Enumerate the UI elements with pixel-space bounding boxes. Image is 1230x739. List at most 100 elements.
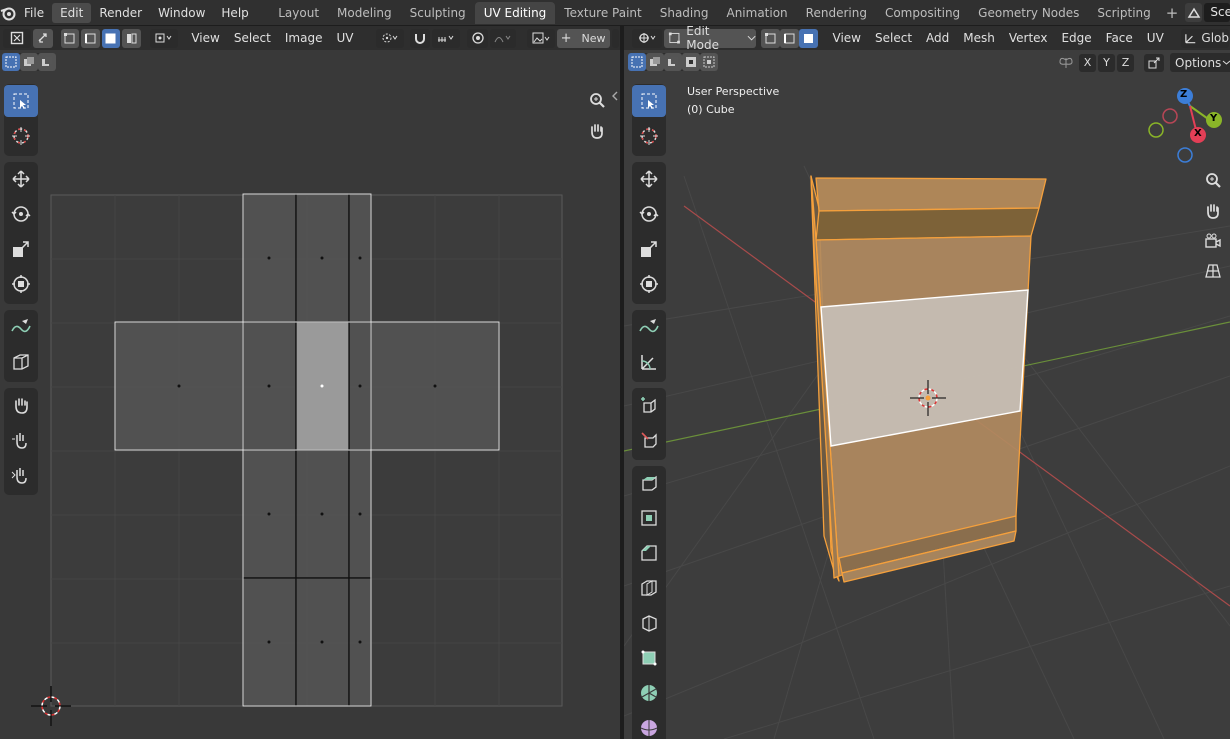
proportional-editing-button[interactable] <box>467 28 488 48</box>
tab-animation[interactable]: Animation <box>717 2 796 24</box>
tool-scale[interactable] <box>632 233 666 265</box>
edge-mode-icon <box>84 33 96 43</box>
tab-modeling[interactable]: Modeling <box>328 2 401 24</box>
uv-menu-uv[interactable]: UV <box>329 29 360 47</box>
tab-compositing[interactable]: Compositing <box>876 2 969 24</box>
uv-menu-view[interactable]: View <box>184 29 226 47</box>
sticky-selection-dropdown[interactable] <box>150 28 178 48</box>
menu-render[interactable]: Render <box>91 3 150 23</box>
tool-poly-build[interactable] <box>632 642 666 674</box>
mesh-face-select-button[interactable] <box>798 28 818 48</box>
select-edge-mode-button[interactable] <box>81 28 100 48</box>
tool-select-box[interactable] <box>632 85 666 117</box>
menu-edit[interactable]: Edit <box>52 2 92 23</box>
pivot-point-dropdown[interactable] <box>376 28 405 48</box>
viewport-select-intersect-button[interactable] <box>700 53 718 71</box>
select-vertex-mode-button[interactable] <box>60 28 80 48</box>
tab-layout[interactable]: Layout <box>269 2 328 24</box>
uv-sync-selection-button[interactable] <box>32 28 54 48</box>
new-image-button[interactable]: + New <box>556 28 610 48</box>
tool-transform[interactable] <box>632 268 666 300</box>
tool-knife[interactable] <box>632 607 666 639</box>
transform-orientation-dropdown[interactable]: Glob <box>1181 28 1230 48</box>
viewport-select-extend-button[interactable] <box>646 53 664 71</box>
tab-rendering[interactable]: Rendering <box>797 2 876 24</box>
viewport-menu-edge[interactable]: Edge <box>1054 29 1098 47</box>
select-face-mode-button[interactable] <box>101 28 121 48</box>
image-pin-button[interactable] <box>611 28 619 48</box>
menu-file[interactable]: File <box>16 3 52 23</box>
proportional-falloff-dropdown[interactable] <box>489 28 516 48</box>
viewport-menu-view[interactable]: View <box>826 29 868 47</box>
scene-name-field[interactable]: Scene <box>1204 3 1230 22</box>
mesh-vertex-select-button[interactable] <box>760 28 780 48</box>
viewport-zoom-button[interactable] <box>1199 166 1227 194</box>
tool-cursor[interactable] <box>632 120 666 152</box>
tool-move[interactable] <box>632 163 666 195</box>
viewport-menu-add[interactable]: Add <box>919 29 956 47</box>
mirror-z-toggle[interactable]: Z <box>1117 53 1134 72</box>
tool-inset[interactable] <box>632 502 666 534</box>
viewport-select-invert-button[interactable] <box>682 53 700 71</box>
uv-menu-image[interactable]: Image <box>278 29 330 47</box>
viewport-canvas[interactable] <box>624 26 1230 739</box>
viewport-perspective-toggle[interactable] <box>1199 257 1227 285</box>
gizmo-y-label[interactable]: Y <box>1210 113 1217 124</box>
viewport-menu-vertex[interactable]: Vertex <box>1002 29 1055 47</box>
viewport-menu-mesh[interactable]: Mesh <box>956 29 1002 47</box>
tool-rotate[interactable] <box>632 198 666 230</box>
gizmo-x-label[interactable]: X <box>1194 128 1202 139</box>
mirror-options: X Y Z Options <box>1058 53 1230 72</box>
mirror-x-toggle[interactable]: X <box>1079 53 1096 72</box>
viewport-select-new-button[interactable] <box>628 53 646 71</box>
mode-dropdown[interactable]: Edit Mode <box>664 26 756 52</box>
scene-icon <box>1187 7 1201 18</box>
tool-measure[interactable] <box>632 346 666 378</box>
image-browse-dropdown[interactable] <box>526 28 555 48</box>
tool-annotate[interactable] <box>632 311 666 343</box>
select-island-mode-button[interactable] <box>122 28 141 48</box>
viewport-menu-face[interactable]: Face <box>1099 29 1140 47</box>
viewport-select-subtract-button[interactable] <box>664 53 682 71</box>
menu-window[interactable]: Window <box>150 3 213 23</box>
scene-selector-button[interactable] <box>1185 3 1203 22</box>
tab-sculpting[interactable]: Sculpting <box>401 2 475 24</box>
viewport-menu-uv[interactable]: UV <box>1140 29 1171 47</box>
viewport-camera-button[interactable] <box>1199 227 1227 255</box>
tool-extrude[interactable] <box>632 424 666 456</box>
mirror-y-toggle[interactable]: Y <box>1098 53 1115 72</box>
add-workspace-button[interactable]: + <box>1160 2 1185 24</box>
tool-spin[interactable] <box>632 677 666 709</box>
tab-texture-paint[interactable]: Texture Paint <box>555 2 650 24</box>
tool-extrude-region[interactable] <box>632 467 666 499</box>
tool-bevel[interactable] <box>632 537 666 569</box>
viewport-editor-type-button[interactable] <box>632 28 663 48</box>
butterfly-mirror-icon[interactable] <box>1058 55 1074 71</box>
tab-shading[interactable]: Shading <box>651 2 718 24</box>
snap-increment-icon <box>437 35 454 42</box>
gizmo-z-label[interactable]: Z <box>1180 89 1187 100</box>
viewport-menu-select[interactable]: Select <box>868 29 919 47</box>
new-image-label: New <box>581 31 606 45</box>
snap-toggle-button[interactable] <box>409 28 431 48</box>
options-dropdown[interactable]: Options <box>1170 53 1230 72</box>
tool-smooth[interactable] <box>632 712 666 739</box>
options-label: Options <box>1175 55 1222 70</box>
auto-merge-button[interactable] <box>1144 53 1164 72</box>
tool-add-cube[interactable] <box>632 389 666 421</box>
tab-geometry-nodes[interactable]: Geometry Nodes <box>969 2 1088 24</box>
blender-logo-icon[interactable] <box>0 0 16 25</box>
viewport-pan-button[interactable] <box>1199 197 1227 225</box>
bevel-icon <box>641 545 657 561</box>
snap-target-dropdown[interactable] <box>432 28 460 48</box>
tool-loop-cut[interactable] <box>632 572 666 604</box>
vertex-select-icon <box>764 32 776 43</box>
uv-canvas[interactable] <box>0 50 620 739</box>
mesh-edge-select-button[interactable] <box>779 28 799 48</box>
tab-scripting[interactable]: Scripting <box>1088 2 1159 24</box>
uv-menu-select[interactable]: Select <box>227 29 278 47</box>
menu-help[interactable]: Help <box>213 3 256 23</box>
tab-uv-editing[interactable]: UV Editing <box>474 1 556 24</box>
zoom-icon <box>1206 173 1221 188</box>
editor-type-button[interactable] <box>3 28 31 48</box>
